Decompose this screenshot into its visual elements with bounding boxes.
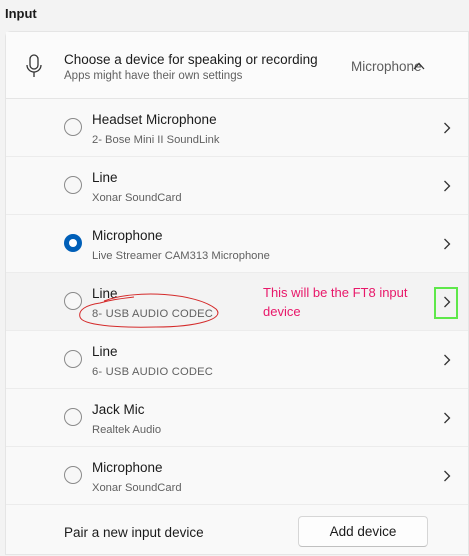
device-name: Line <box>92 170 118 185</box>
device-row-line-usb-codec-6[interactable]: Line 6- USB AUDIO CODEC <box>6 331 468 389</box>
device-name: Microphone <box>92 228 163 243</box>
device-chooser-header[interactable]: Choose a device for speaking or recordin… <box>6 32 468 99</box>
device-name: Headset Microphone <box>92 112 217 127</box>
device-row-microphone-xonar[interactable]: Microphone Xonar SoundCard <box>6 447 468 505</box>
device-detail: Xonar SoundCard <box>92 482 182 494</box>
device-name: Microphone <box>92 460 163 475</box>
chevron-right-icon[interactable] <box>443 354 451 366</box>
device-radio[interactable] <box>64 466 82 484</box>
device-detail: 2- Bose Mini II SoundLink <box>92 134 220 146</box>
device-radio[interactable] <box>64 118 82 136</box>
chevron-up-icon[interactable] <box>412 61 426 71</box>
device-row-microphone-cam313[interactable]: Microphone Live Streamer CAM313 Micropho… <box>6 215 468 273</box>
device-detail: Realtek Audio <box>92 424 162 436</box>
device-row-line-usb-codec-8[interactable]: Line 8- USB AUDIO CODEC This will be the… <box>6 273 468 331</box>
chevron-right-icon[interactable] <box>443 470 451 482</box>
red-circle-annotation <box>79 293 219 328</box>
device-detail: Live Streamer CAM313 Microphone <box>92 250 270 262</box>
device-radio[interactable] <box>64 408 82 426</box>
section-title: Input <box>5 6 37 21</box>
pair-device-footer: Pair a new input device Add device <box>6 507 468 556</box>
chevron-right-icon[interactable] <box>443 412 451 424</box>
annotation-note: This will be the FT8 input device <box>263 285 408 319</box>
selected-device-value: Microphone <box>351 59 422 74</box>
device-radio[interactable] <box>64 350 82 368</box>
chevron-right-icon[interactable] <box>443 296 451 308</box>
chevron-right-icon[interactable] <box>443 180 451 192</box>
device-radio[interactable] <box>64 176 82 194</box>
device-name: Line <box>92 344 118 359</box>
input-device-card: Choose a device for speaking or recordin… <box>5 31 469 555</box>
device-chooser-title: Choose a device for speaking or recordin… <box>64 52 318 67</box>
device-name: Jack Mic <box>92 402 145 417</box>
device-row-jack-mic[interactable]: Jack Mic Realtek Audio <box>6 389 468 447</box>
add-device-button[interactable]: Add device <box>298 516 428 547</box>
microphone-icon <box>26 54 42 77</box>
chevron-right-icon[interactable] <box>443 122 451 134</box>
device-radio-selected[interactable] <box>64 234 82 252</box>
device-row-line-xonar[interactable]: Line Xonar SoundCard <box>6 157 468 215</box>
device-chooser-subtitle: Apps might have their own settings <box>64 70 243 82</box>
chevron-right-icon[interactable] <box>443 238 451 250</box>
pair-device-label: Pair a new input device <box>64 525 204 540</box>
device-detail: 6- USB AUDIO CODEC <box>92 366 214 378</box>
device-row-headset-microphone[interactable]: Headset Microphone 2- Bose Mini II Sound… <box>6 99 468 157</box>
device-detail: Xonar SoundCard <box>92 192 182 204</box>
